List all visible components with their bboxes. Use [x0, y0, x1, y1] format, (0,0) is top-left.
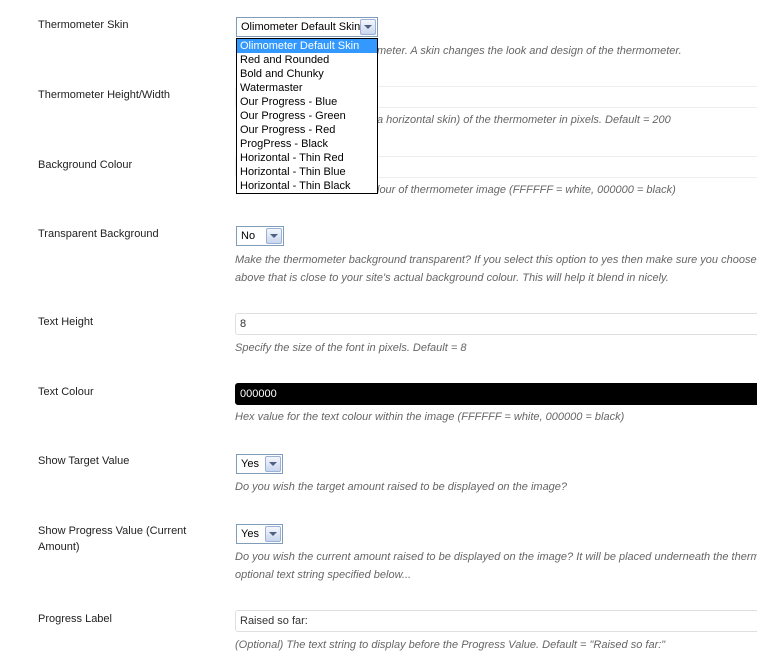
text-height-input[interactable]: 8 [235, 313, 757, 335]
thermometer-skin-dropdown-list[interactable]: Olimometer Default Skin Red and Rounded Bo… [236, 38, 378, 194]
show-target-value-select[interactable]: Yes [236, 454, 283, 474]
show-progress-value-select-value: Yes [241, 528, 259, 540]
skin-option[interactable]: Horizontal - Thin Black [237, 179, 377, 193]
progress-label-label: Progress Label [38, 613, 112, 625]
skin-option[interactable]: Our Progress - Green [237, 109, 377, 123]
show-target-value-select-value: Yes [241, 458, 259, 470]
skin-option[interactable]: Bold and Chunky [237, 67, 377, 81]
skin-option[interactable]: Red and Rounded [237, 53, 377, 67]
thermometer-height-width-label: Thermometer Height/Width [38, 89, 171, 101]
transparent-background-select[interactable]: No [236, 226, 284, 246]
skin-option[interactable]: ProgPress - Black [237, 137, 377, 151]
text-colour-description: Hex value for the text colour within the… [235, 411, 625, 423]
chevron-down-icon[interactable] [265, 456, 281, 472]
text-height-label: Text Height [38, 316, 94, 328]
transparent-background-select-value: No [241, 230, 256, 242]
show-target-value-description: Do you wish the target amount raised to … [235, 481, 568, 493]
chevron-down-icon[interactable] [360, 19, 376, 35]
show-target-value-label: Show Target Value [38, 455, 130, 467]
skin-option[interactable]: Olimometer Default Skin [237, 39, 377, 53]
skin-option[interactable]: Horizontal - Thin Red [237, 151, 377, 165]
show-progress-value-label: Show Progress Value (Current Amount) [38, 525, 187, 553]
text-height-description: Specify the size of the font in pixels. … [235, 342, 467, 354]
progress-label-description: (Optional) The text string to display be… [235, 639, 666, 651]
chevron-down-icon[interactable] [266, 228, 282, 244]
text-colour-label: Text Colour [38, 386, 94, 398]
show-progress-value-select[interactable]: Yes [236, 524, 283, 544]
show-progress-value-description: Do you wish the current amount raised to… [235, 551, 757, 581]
background-colour-label: Background Colour [38, 159, 133, 171]
text-colour-input[interactable]: 000000 [235, 383, 757, 405]
skin-option[interactable]: Horizontal - Thin Blue [237, 165, 377, 179]
chevron-down-icon[interactable] [265, 526, 281, 542]
thermometer-skin-select-value: Olimometer Default Skin [241, 21, 361, 33]
skin-option[interactable]: Our Progress - Blue [237, 95, 377, 109]
skin-option[interactable]: Our Progress - Red [237, 123, 377, 137]
skin-option[interactable]: Watermaster [237, 81, 377, 95]
thermometer-skin-label: Thermometer Skin [38, 19, 129, 31]
transparent-background-label: Transparent Background [38, 228, 159, 240]
progress-label-input[interactable]: Raised so far: [235, 610, 757, 632]
thermometer-skin-select[interactable]: Olimometer Default Skin [236, 17, 378, 37]
transparent-background-description: Make the thermometer background transpar… [235, 254, 757, 284]
